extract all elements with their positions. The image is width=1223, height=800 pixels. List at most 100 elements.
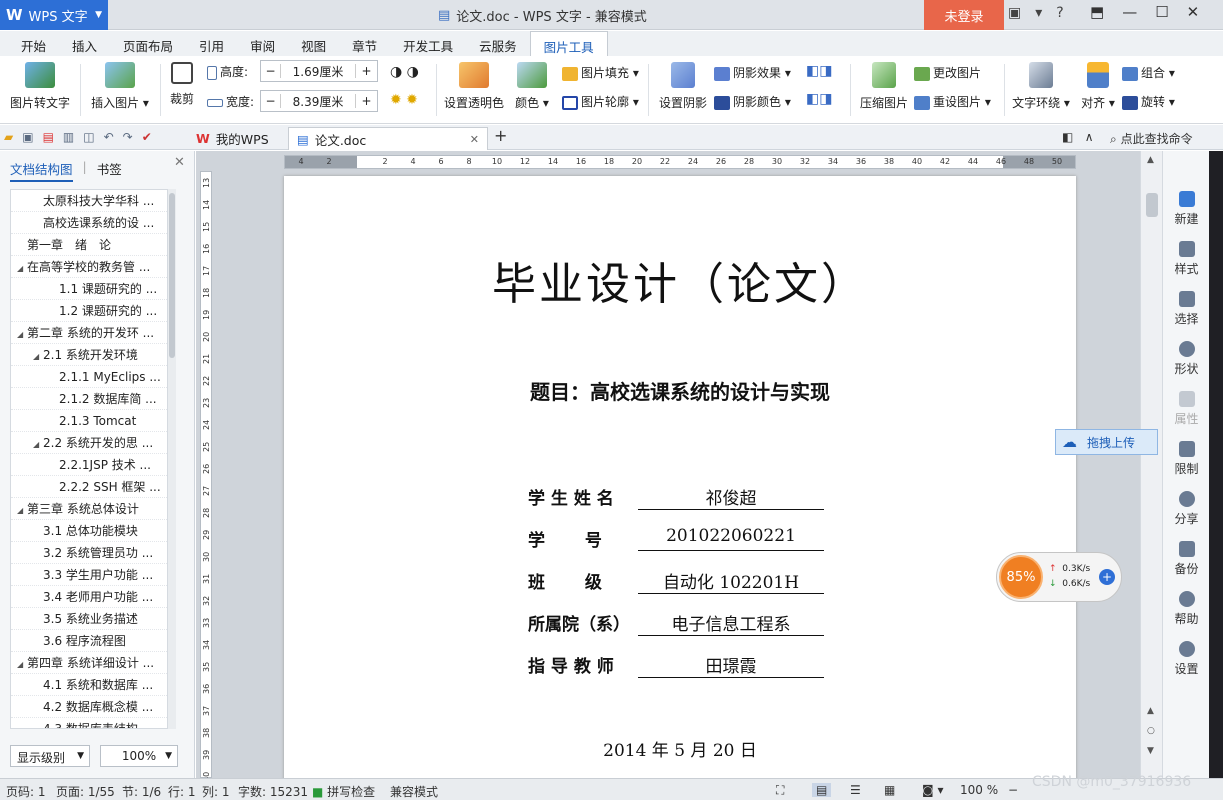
task-restrict[interactable]: 限制 xyxy=(1163,441,1210,477)
nav-tree-item[interactable]: 3.6 程序流程图 xyxy=(11,630,167,652)
compress-picture-button[interactable]: 压缩图片 xyxy=(858,62,910,111)
text-wrap-button[interactable]: 文字环绕 ▾ xyxy=(1010,62,1072,111)
restore-ribbon-icon[interactable]: ⬒ xyxy=(1090,3,1104,21)
network-speed-widget[interactable]: 85% ↑ 0.3K/s ↓ 0.6K/s + xyxy=(996,552,1122,602)
nav-tree-item[interactable]: 2.1.1 MyEclips ... xyxy=(11,366,167,388)
open-icon[interactable]: ▰ xyxy=(4,130,13,144)
new-tab-icon[interactable]: + xyxy=(494,126,507,145)
nav-tree-item[interactable]: 4.1 系统和数据库 ... xyxy=(11,674,167,696)
task-style[interactable]: 样式 xyxy=(1163,241,1210,277)
tab-review[interactable]: 审阅 xyxy=(237,31,288,56)
vertical-scrollbar[interactable]: ▲ ▲ ○ ▼ xyxy=(1140,151,1162,778)
level-select[interactable]: 显示级别 ▼ xyxy=(10,745,90,767)
print-preview-icon[interactable]: ◫ xyxy=(83,130,94,144)
nav-tree-item[interactable]: 3.5 系统业务描述 xyxy=(11,608,167,630)
set-shadow-button[interactable]: 设置阴影 xyxy=(656,62,710,111)
scroll-thumb[interactable] xyxy=(1146,193,1158,217)
nav-tree-item[interactable]: ◢ 第三章 系统总体设计 xyxy=(11,498,167,520)
task-share[interactable]: 分享 xyxy=(1163,491,1210,527)
plus-icon[interactable]: + xyxy=(355,64,377,78)
align-button[interactable]: 对齐 ▾ xyxy=(1078,62,1118,111)
nav-tree-item[interactable]: 2.2.1JSP 技术 ... xyxy=(11,454,167,476)
minimize-icon[interactable]: — xyxy=(1122,3,1137,21)
close-icon[interactable]: ✕ xyxy=(470,133,479,146)
task-select[interactable]: 选择 xyxy=(1163,291,1210,327)
outline-view-icon[interactable]: ☰ xyxy=(850,783,861,797)
nav-scrollbar[interactable] xyxy=(168,189,176,729)
insert-picture-button[interactable]: 插入图片 ▾ xyxy=(88,62,152,111)
nav-tree-item[interactable]: ◢ 第四章 系统详细设计 ... xyxy=(11,652,167,674)
nav-tree-item[interactable]: 4.2 数据库概念模 ... xyxy=(11,696,167,718)
status-words[interactable]: 字数: 15231 xyxy=(238,783,308,800)
find-command[interactable]: ⌕ 点此查找命令 xyxy=(1110,130,1193,147)
document-page[interactable]: 毕业设计（论文） 题目：高校选课系统的设计与实现 学 生 姓 名 祁俊超 学 号… xyxy=(284,176,1076,778)
tab-references[interactable]: 引用 xyxy=(186,31,237,56)
nav-tree-item[interactable]: 2.1.3 Tomcat xyxy=(11,410,167,432)
scroll-up-icon[interactable]: ▲ xyxy=(1147,155,1154,165)
nav-tree-item[interactable]: ◢ 2.1 系统开发环境 xyxy=(11,344,167,366)
nav-tree-item[interactable]: 1.2 课题研究的 ... xyxy=(11,300,167,322)
nav-tree-item[interactable]: 高校选课系统的设 ... xyxy=(11,212,167,234)
nav-tree-item[interactable]: 第一章 绪 论 xyxy=(11,234,167,256)
picture-outline-button[interactable]: 图片轮廓 ▾ xyxy=(562,93,639,110)
maximize-icon[interactable]: ☐ xyxy=(1155,3,1168,21)
skin-icon[interactable]: ▣ xyxy=(1008,5,1021,21)
expand-icon[interactable]: ∧ xyxy=(1085,130,1094,144)
tab-chapter[interactable]: 章节 xyxy=(339,31,390,56)
tab-page-layout[interactable]: 页面布局 xyxy=(110,31,186,56)
nav-tree-item[interactable]: 3.3 学生用户功能 ... xyxy=(11,564,167,586)
reading-mode-icon[interactable]: ◙ ▾ xyxy=(922,783,943,797)
plus-icon[interactable]: + xyxy=(1099,569,1115,585)
expand-triangle-icon[interactable]: ◢ xyxy=(17,500,27,519)
spell-check-toggle[interactable]: ■ 拼写检查 xyxy=(312,783,375,800)
rotate-button[interactable]: 旋转 ▾ xyxy=(1122,93,1175,110)
tab-bookmarks[interactable]: 书签 xyxy=(97,159,122,182)
color-button[interactable]: 颜色 ▾ xyxy=(512,62,552,111)
export-pdf-icon[interactable]: ▤ xyxy=(43,130,54,144)
minus-icon[interactable]: − xyxy=(261,94,281,108)
zoom-select[interactable]: 100% ▼ xyxy=(100,745,178,767)
page-view-icon[interactable]: ▤ xyxy=(812,783,832,797)
pic-to-text-button[interactable]: 图片转文字 xyxy=(8,62,72,111)
expand-triangle-icon[interactable]: ◢ xyxy=(33,434,43,453)
height-stepper[interactable]: − 1.69厘米 + xyxy=(260,60,378,82)
task-settings[interactable]: 设置 xyxy=(1163,641,1210,677)
nav-tree-item[interactable]: 4.3 数据库表结构 ... xyxy=(11,718,167,728)
tab-document-structure[interactable]: 文档结构图 xyxy=(10,159,73,182)
picture-fill-button[interactable]: 图片填充 ▾ xyxy=(562,64,639,81)
drag-upload-widget[interactable]: ☁ 拖拽上传 xyxy=(1055,429,1158,455)
close-icon[interactable]: ✕ xyxy=(1187,3,1200,21)
help-icon[interactable]: ? xyxy=(1056,5,1063,21)
prev-page-icon[interactable]: ▲ xyxy=(1147,706,1154,716)
width-input[interactable]: 8.39厘米 xyxy=(281,93,355,110)
print-icon[interactable]: ▥ xyxy=(63,130,74,144)
task-properties[interactable]: 属性 xyxy=(1163,391,1210,427)
reset-picture-button[interactable]: 重设图片 ▾ xyxy=(914,93,991,110)
expand-triangle-icon[interactable]: ◢ xyxy=(17,654,27,673)
undo-icon[interactable]: ↶ xyxy=(104,130,114,144)
shadow-nudge-up-icon[interactable]: ◧◨ xyxy=(806,63,832,79)
crop-button[interactable]: 裁剪 xyxy=(166,62,198,107)
group-button[interactable]: 组合 ▾ xyxy=(1122,64,1175,81)
brightness-icon[interactable]: ✹ ✹ xyxy=(390,92,418,108)
redo-icon[interactable]: ↷ xyxy=(123,130,133,144)
login-button[interactable]: 未登录 xyxy=(924,0,1004,30)
scroll-thumb[interactable] xyxy=(169,193,175,358)
select-browse-icon[interactable]: ○ xyxy=(1147,726,1155,736)
change-picture-button[interactable]: 更改图片 xyxy=(914,64,981,81)
height-input[interactable]: 1.69厘米 xyxy=(281,63,355,80)
expand-triangle-icon[interactable]: ◢ xyxy=(17,258,27,277)
width-stepper[interactable]: − 8.39厘米 + xyxy=(260,90,378,112)
horizontal-ruler[interactable]: 4 2 2 4 6 8 10 12 14 16 18 20 22 24 26 28 30 32 34 36 38 40 42… xyxy=(284,155,1076,169)
nav-tree-item[interactable]: 2.2.2 SSH 框架 ... xyxy=(11,476,167,498)
nav-tree-item[interactable]: ◢ 第二章 系统的开发环 ... xyxy=(11,322,167,344)
minus-icon[interactable]: − xyxy=(261,64,281,78)
shadow-color-button[interactable]: 阴影颜色 ▾ xyxy=(714,93,791,110)
memory-usage-ball[interactable]: 85% xyxy=(999,555,1043,599)
nav-tree-item[interactable]: ◢ 在高等学校的教务管 ... xyxy=(11,256,167,278)
nav-tree-item[interactable]: 1.1 课题研究的 ... xyxy=(11,278,167,300)
shirt-icon[interactable]: ▾ xyxy=(1035,5,1042,21)
tab-cloud[interactable]: 云服务 xyxy=(466,31,530,56)
set-transparent-button[interactable]: 设置透明色 xyxy=(442,62,506,111)
zoom-out-icon[interactable]: − xyxy=(1008,783,1018,797)
